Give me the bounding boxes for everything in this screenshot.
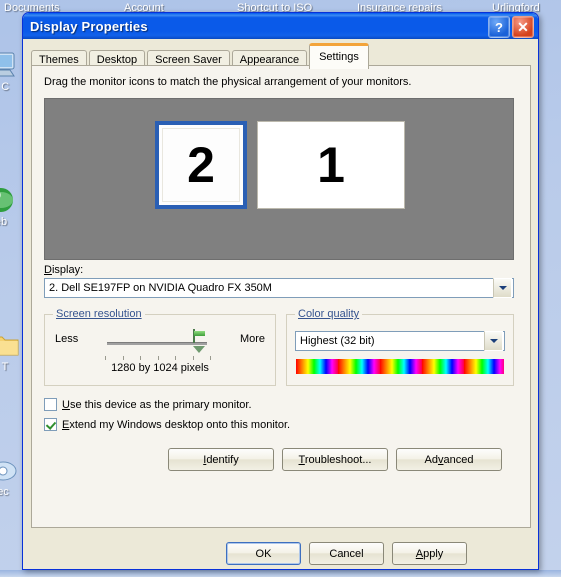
folder-icon: [0, 330, 22, 360]
resolution-slider-thumb[interactable]: [193, 329, 206, 354]
advanced-label: Advanced: [424, 453, 474, 466]
primary-monitor-checkbox[interactable]: [44, 398, 57, 411]
screen-resolution-group: Screen resolution Less More 1280 by 1024…: [44, 308, 276, 386]
tab-settings[interactable]: Settings: [309, 43, 369, 69]
slider-more-label: More: [239, 333, 265, 345]
identify-button[interactable]: Identify: [168, 448, 274, 471]
resolution-slider-track[interactable]: [107, 342, 207, 345]
title-bar[interactable]: Display Properties ? ✕: [23, 13, 538, 39]
color-quality-legend: Color quality: [295, 308, 363, 320]
display-label: Display:: [44, 264, 84, 276]
desktop-icon-label: ec: [0, 486, 9, 498]
desktop-icon-label: eb: [0, 216, 8, 228]
desktop-icon-label: T: [1, 361, 9, 373]
identify-label: Identify: [203, 453, 239, 466]
extend-desktop-label: Extend my Windows desktop onto this moni…: [62, 418, 291, 431]
display-label-rest: isplay:: [51, 264, 84, 276]
monitor-icon-1[interactable]: 1: [257, 121, 405, 209]
display-properties-dialog: Display Properties ? ✕ Themes Desktop Sc…: [22, 12, 539, 570]
media-icon: [0, 455, 20, 485]
monitor-number: 1: [317, 137, 345, 193]
chevron-down-icon[interactable]: [493, 278, 512, 298]
advanced-button[interactable]: Advanced: [396, 448, 502, 471]
display-select-value: 2. Dell SE197FP on NVIDIA Quadro FX 350M: [49, 282, 272, 294]
monitor-icon-2[interactable]: 2: [155, 121, 247, 209]
ok-button[interactable]: OK: [226, 542, 301, 565]
chevron-down-icon[interactable]: [484, 331, 503, 351]
window-controls: ? ✕: [488, 16, 534, 38]
extend-desktop-checkbox-row[interactable]: Extend my Windows desktop onto this moni…: [44, 418, 290, 431]
troubleshoot-button[interactable]: Troubleshoot...: [282, 448, 388, 471]
desktop-icon-label: y C: [0, 81, 10, 93]
desktop-icon-my-computer[interactable]: y C: [0, 50, 18, 93]
close-button[interactable]: ✕: [512, 16, 534, 38]
color-quality-group: Color quality Highest (32 bit): [286, 308, 514, 386]
resolution-value: 1280 by 1024 pixels: [111, 362, 209, 374]
monitor-number: 2: [187, 137, 215, 193]
apply-label: Apply: [415, 547, 444, 560]
color-quality-value: Highest (32 bit): [300, 335, 375, 347]
desktop-icon-folder[interactable]: T: [0, 330, 22, 373]
globe-icon: [0, 185, 18, 215]
monitor-arrangement-preview[interactable]: 2 1: [44, 98, 514, 260]
color-spectrum-bar: [295, 358, 505, 375]
computer-icon: [0, 50, 18, 80]
help-button[interactable]: ?: [488, 16, 510, 38]
desktop-icon-media-player[interactable]: ec: [0, 455, 20, 498]
color-quality-select[interactable]: Highest (32 bit): [295, 331, 505, 351]
troubleshoot-label: Troubleshoot...: [298, 453, 372, 466]
primary-monitor-label: Use this device as the primary monitor.: [62, 398, 252, 411]
window-title: Display Properties: [30, 18, 148, 34]
monitor-2-screen: 2: [162, 128, 240, 202]
settings-tab-panel: Drag the monitor icons to match the phys…: [31, 65, 531, 528]
arrangement-hint: Drag the monitor icons to match the phys…: [44, 76, 412, 88]
apply-button[interactable]: Apply: [392, 542, 467, 565]
taskbar-edge: [0, 570, 561, 577]
screen-resolution-legend: Screen resolution: [53, 308, 145, 320]
resolution-slider-ticks: [105, 356, 211, 361]
cancel-button[interactable]: Cancel: [309, 542, 384, 565]
extend-desktop-checkbox[interactable]: [44, 418, 57, 431]
primary-monitor-checkbox-row[interactable]: Use this device as the primary monitor.: [44, 398, 252, 411]
slider-less-label: Less: [55, 333, 79, 345]
display-select[interactable]: 2. Dell SE197FP on NVIDIA Quadro FX 350M: [44, 278, 514, 298]
desktop-icon-internet-explorer[interactable]: eb: [0, 185, 18, 228]
